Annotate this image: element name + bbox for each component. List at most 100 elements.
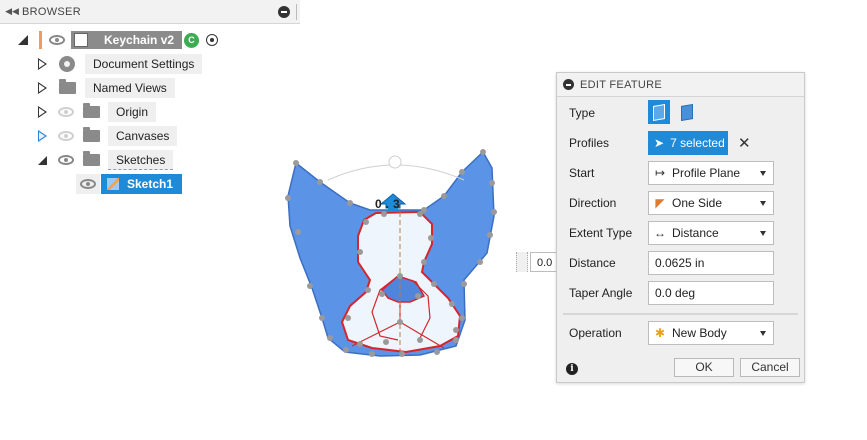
folder-icon xyxy=(83,127,100,142)
dropdown-caret-icon xyxy=(760,230,766,236)
component-chip[interactable]: Keychain v2 xyxy=(71,31,183,49)
panel-grip[interactable] xyxy=(296,3,299,20)
dialog-title: EDIT FEATURE xyxy=(580,78,663,91)
dropdown-caret-icon xyxy=(760,170,766,176)
component-icon xyxy=(74,33,88,47)
tree-item-origin[interactable]: Origin xyxy=(38,101,157,123)
profiles-label: Profiles xyxy=(569,136,610,150)
tree-item-document-settings[interactable]: Document Settings xyxy=(38,53,203,75)
solid-extrude-icon xyxy=(653,103,665,121)
visibility-eye-icon[interactable] xyxy=(80,179,96,189)
visibility-eye-icon[interactable] xyxy=(58,155,74,165)
activate-component-icon[interactable]: C xyxy=(184,32,200,48)
dialog-divider xyxy=(563,313,798,315)
hidden-eye-icon[interactable] xyxy=(58,131,74,141)
distance-box-grip[interactable] xyxy=(516,252,528,272)
start-row: Start ↦ Profile Plane xyxy=(557,160,804,186)
operation-value: New Body xyxy=(672,326,727,340)
radio-active-icon[interactable] xyxy=(206,34,219,46)
browser-title: BROWSER xyxy=(22,5,81,18)
tree-item-sketch1[interactable]: Sketch1 xyxy=(76,173,183,195)
extent-label: Extent Type xyxy=(569,226,633,240)
root-label: Keychain v2 xyxy=(104,33,175,47)
direction-value: One Side xyxy=(672,196,723,210)
dropdown-caret-icon xyxy=(760,330,766,336)
solid-type-button[interactable] xyxy=(648,100,670,124)
direction-label: Direction xyxy=(569,196,617,210)
tree-item-sketches[interactable]: Sketches xyxy=(38,149,174,171)
minimize-icon[interactable] xyxy=(563,79,574,90)
type-row: Type xyxy=(557,100,804,126)
taper-angle-input[interactable]: 0.0 deg xyxy=(648,281,774,305)
operation-label: Operation xyxy=(569,326,622,340)
minimize-icon[interactable] xyxy=(278,5,290,18)
ok-button[interactable]: OK xyxy=(674,358,734,377)
tree-item-label: Sketches xyxy=(108,150,174,170)
active-marker xyxy=(39,31,42,49)
tree-item-canvases[interactable]: Canvases xyxy=(38,125,178,147)
distance-input[interactable]: 0.0625 in xyxy=(648,251,774,275)
collapse-panel-icon[interactable]: ◀◀ xyxy=(2,6,22,17)
tree-item-label: Document Settings xyxy=(85,54,203,74)
arc-handle[interactable] xyxy=(388,155,402,169)
surface-extrude-icon xyxy=(681,103,693,121)
tree-item-label: Canvases xyxy=(108,126,178,146)
profiles-selection-button[interactable]: ➤ 7 selected xyxy=(648,131,728,155)
clear-selection-icon[interactable]: ✕ xyxy=(738,134,751,152)
profile-plane-icon: ↦ xyxy=(654,166,666,180)
cursor-arrow-icon: ➤ xyxy=(654,136,665,150)
taper-label: Taper Angle xyxy=(569,286,633,300)
cancel-button[interactable]: Cancel xyxy=(740,358,800,377)
folder-icon xyxy=(83,103,100,118)
sketch-icon xyxy=(107,178,119,190)
sketch-label: Sketch1 xyxy=(127,177,174,191)
tree-item-named-views[interactable]: Named Views xyxy=(38,77,175,99)
collapse-triangle-icon[interactable] xyxy=(18,35,28,45)
info-icon[interactable]: i xyxy=(566,363,578,375)
distance-label: Distance xyxy=(569,256,616,270)
collapse-triangle-icon[interactable] xyxy=(38,155,47,165)
direction-dropdown[interactable]: ◤ One Side xyxy=(648,191,774,215)
folder-icon xyxy=(59,79,76,94)
expand-triangle-icon[interactable] xyxy=(38,106,47,118)
surface-type-button[interactable] xyxy=(676,100,698,124)
hidden-eye-icon[interactable] xyxy=(58,107,74,117)
taper-row: Taper Angle 0.0 deg xyxy=(557,280,804,306)
tree-item-label: Origin xyxy=(108,102,157,122)
dialog-header: EDIT FEATURE xyxy=(557,73,804,97)
start-label: Start xyxy=(569,166,595,180)
new-body-icon: ✱ xyxy=(654,326,666,340)
operation-dropdown[interactable]: ✱ New Body xyxy=(648,321,774,345)
muzzle-lines xyxy=(351,275,445,349)
face-profile[interactable] xyxy=(340,210,462,354)
type-label: Type xyxy=(569,106,596,120)
distance-row: Distance 0.0625 in xyxy=(557,250,804,276)
profiles-row: Profiles ➤ 7 selected ✕ xyxy=(557,130,804,156)
gear-icon xyxy=(59,56,75,72)
dropdown-caret-icon xyxy=(760,200,766,206)
nose-profile[interactable] xyxy=(380,275,426,303)
browser-header: ◀◀ BROWSER xyxy=(0,0,300,24)
edit-feature-dialog: EDIT FEATURE Type Profiles ➤ 7 selected … xyxy=(556,72,805,383)
arc-guide xyxy=(327,164,465,181)
extent-row: Extent Type ↔ Distance xyxy=(557,220,804,246)
start-dropdown[interactable]: ↦ Profile Plane xyxy=(648,161,774,185)
sketch-chip[interactable]: Sketch1 xyxy=(101,174,183,194)
sketch-eye-wrap xyxy=(76,174,100,194)
folder-icon xyxy=(83,151,100,166)
extent-value: Distance xyxy=(672,226,719,240)
manipulator-label: 0.3 xyxy=(375,197,404,211)
distance-icon: ↔ xyxy=(654,226,666,240)
expand-triangle-icon[interactable] xyxy=(38,82,47,94)
expand-triangle-icon[interactable] xyxy=(38,130,47,142)
expand-triangle-icon[interactable] xyxy=(38,58,47,70)
tree-item-label: Named Views xyxy=(85,78,175,98)
sketch-points xyxy=(285,149,497,357)
start-value: Profile Plane xyxy=(672,166,741,180)
one-side-icon: ◤ xyxy=(655,196,665,210)
tree-root-keychain[interactable]: Keychain v2 C xyxy=(18,29,219,51)
keychain-body[interactable] xyxy=(287,150,495,357)
extent-dropdown[interactable]: ↔ Distance xyxy=(648,221,774,245)
visibility-eye-icon[interactable] xyxy=(49,35,65,45)
profiles-value: 7 selected xyxy=(670,136,725,150)
